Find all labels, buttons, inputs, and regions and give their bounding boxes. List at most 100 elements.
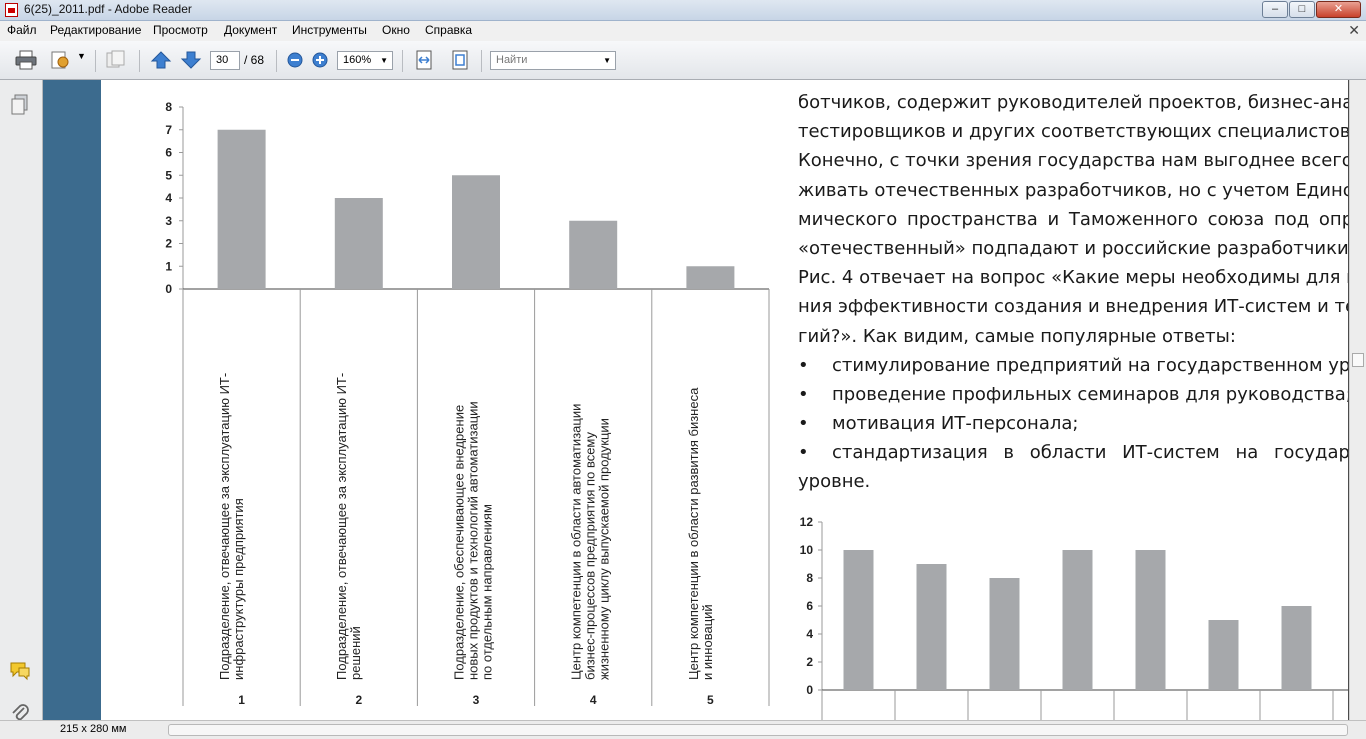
toolbar-divider [139,50,140,72]
text-line: мического пространства и Таможенного сою… [798,208,1348,230]
bullet-marker: • [798,383,809,405]
text-line: живать отечественных разработчиков, но с… [798,179,1348,201]
category-number: 3 [473,693,480,707]
y-tick-label: 4 [806,627,813,641]
menu-file[interactable]: Файл [7,23,37,37]
y-tick-label: 3 [165,214,172,228]
bar [843,550,874,690]
bullet-marker: • [798,442,809,464]
bullet-marker: • [798,354,809,376]
chart-2: 0 2 4 6 8 10 12 [800,515,1348,720]
y-tick-label: 10 [800,543,814,557]
close-icon[interactable]: ✕ [1316,1,1361,18]
text-line: Конечно, с точки зрения государства нам … [798,150,1348,172]
search-placeholder: Найти [496,54,528,66]
search-input[interactable]: Найти ▼ [490,51,616,70]
y-tick-label: 0 [806,683,813,697]
zoom-dropdown-icon: ▼ [380,56,388,65]
category-label: по отдельным направлениям [479,504,494,680]
fit-page-icon[interactable] [449,50,471,70]
bar [569,220,618,289]
menu-edit[interactable]: Редактирование [50,23,141,37]
text-line: тестировщиков и других соответствующих с… [798,121,1348,143]
category-label: решений [348,626,363,680]
y-tick-label: 8 [165,100,172,114]
category-label: Центр компетенции в области развития биз… [686,387,701,680]
bar [1062,550,1093,690]
edit-dropdown-icon[interactable]: ▼ [77,51,86,61]
category-number: 1 [238,693,245,707]
menu-help[interactable]: Справка [425,23,472,37]
zoom-select[interactable]: 160% ▼ [337,51,393,70]
text-line: ния эффективности создания и внедрения И… [798,296,1348,318]
category-label: Центр компетенции в области автоматизаци… [569,404,584,680]
document-page-right: ботчиков, содержит руководителей проекто… [789,80,1348,720]
comments-panel-icon[interactable] [9,661,31,681]
category-label: жизненному циклу выпускаемой продукции [597,418,612,680]
title-bar: 6(25)_2011.pdf - Adobe Reader – □ ✕ [0,0,1366,21]
bullet-text: стимулирование предприятий на государств… [832,354,1348,376]
maximize-icon[interactable]: □ [1289,1,1315,18]
attach-icon[interactable] [104,50,126,70]
bar [452,175,500,289]
category-label: Подразделение, отвечающее за эксплуатаци… [217,373,232,680]
status-bar: 215 x 280 мм [0,720,1366,739]
zoom-in-icon[interactable] [309,50,331,70]
toolbar-divider [481,50,482,72]
category-label: Подразделение, обеспечивающее внедрение [451,405,466,680]
fit-width-icon[interactable] [413,50,435,70]
bullet-item: • стандартизация в области ИТ-систем на г… [798,438,1348,467]
category-label: инфраструктуры предприятия [231,498,246,680]
y-tick-label: 12 [800,515,814,529]
chart-1: 0 1 2 3 4 5 6 7 8 1 Подразделение, отвечающее за э… [165,100,770,707]
bullet-text: проведение профильных семинаров для руко… [832,383,1348,405]
bullet-item: • стимулирование предприятий на государст… [798,351,1348,380]
category-label: бизнес-процессов предприятия по всему [583,431,598,680]
text-line: «отечественный» подпадают и российские р… [798,237,1348,259]
category-number: 5 [707,693,714,707]
document-text: ботчиков, содержит руководителей проекто… [798,88,1348,497]
category-label: новых продуктов и технологий автоматизац… [465,401,480,680]
menu-tools[interactable]: Инструменты [292,23,367,37]
document-close-icon[interactable]: ✕ [1348,22,1360,39]
y-tick-label: 2 [806,655,813,669]
bar [916,564,947,690]
horizontal-scrollbar[interactable] [168,724,1348,736]
y-tick-label: 1 [165,259,172,273]
y-tick-label: 8 [806,571,813,585]
y-tick-label: 5 [165,168,172,182]
text-line: ботчиков, содержит руководителей проекто… [798,92,1348,113]
page-total: / 68 [244,53,265,67]
vertical-scrollbar[interactable] [1349,80,1366,720]
bullet-text: мотивация ИТ-персонала; [832,413,1079,435]
edit-icon[interactable] [50,50,72,70]
y-tick-label: 6 [806,599,813,613]
category-number: 4 [590,693,597,707]
page-number-input[interactable]: 30 [210,51,240,70]
bar [334,198,383,289]
toolbar-divider [95,50,96,72]
category-number: 2 [355,693,362,707]
bar [1281,606,1312,690]
text-line: Рис. 4 отвечает на вопрос «Какие меры не… [798,267,1348,289]
bullet-text: стандартизация в области ИТ-систем на го… [832,442,1348,464]
text-line: уровне. [798,471,871,493]
menu-window[interactable]: Окно [382,23,410,37]
bar [1208,620,1239,690]
y-tick-label: 0 [165,282,172,296]
menu-document[interactable]: Документ [224,23,277,37]
y-tick-label: 7 [165,123,172,137]
zoom-out-icon[interactable] [284,50,306,70]
window-title: 6(25)_2011.pdf - Adobe Reader [24,2,192,16]
page-down-icon[interactable] [180,50,202,70]
minimize-icon[interactable]: – [1262,1,1288,18]
menu-view[interactable]: Просмотр [153,23,208,37]
pages-panel-icon[interactable] [10,94,30,116]
vertical-scroll-thumb[interactable] [1352,353,1364,367]
toolbar-divider [276,50,277,72]
menu-bar: Файл Редактирование Просмотр Документ Ин… [0,21,1366,41]
category-label: Подразделение, отвечающее за эксплуатаци… [334,373,349,680]
page-up-icon[interactable] [150,50,172,70]
print-icon[interactable] [15,50,37,70]
zoom-value: 160% [343,54,372,66]
